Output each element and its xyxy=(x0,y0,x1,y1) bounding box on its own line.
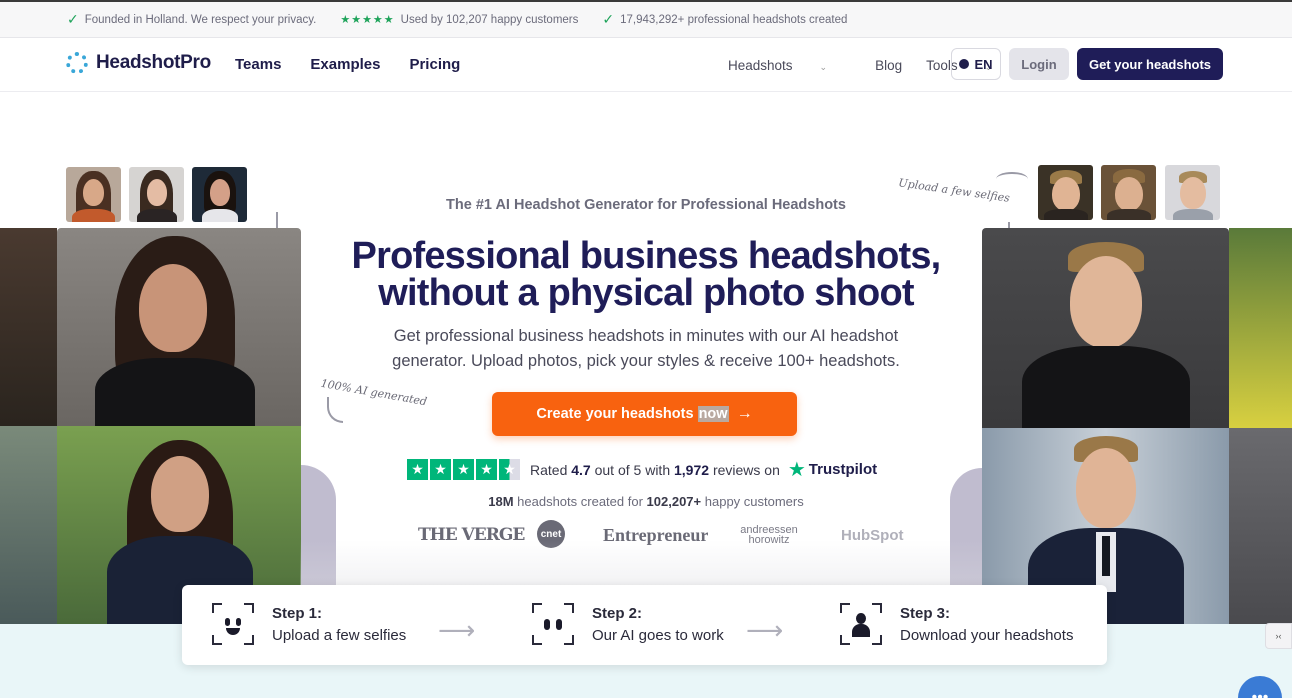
how-it-works-steps: Step 1: Upload a few selfies ⟶ Step 2: O… xyxy=(182,585,1107,665)
globe-icon xyxy=(959,59,970,69)
cta-label: Create your headshots xyxy=(536,406,694,422)
person-silhouette-icon xyxy=(840,603,882,645)
hero-description-line-1: Get professional business headshots in m… xyxy=(393,327,899,345)
expand-icon: ›‹ xyxy=(1275,631,1282,641)
star-icon: ★ xyxy=(476,459,497,480)
curved-arrow-icon xyxy=(996,172,1028,186)
hero-description-line-2: generator. Upload photos, pick your styl… xyxy=(392,352,900,370)
stats-end: happy customers xyxy=(704,494,804,509)
step-3-description: Download your headshots xyxy=(900,627,1074,644)
rating-suffix: reviews on xyxy=(712,461,780,478)
chat-icon: ••• xyxy=(1251,689,1269,698)
star-icon: ★ xyxy=(453,459,474,480)
hero-title: Professional business headshots, without… xyxy=(0,235,1292,314)
arrow-right-icon: ⟶ xyxy=(438,615,476,645)
brand-logo[interactable]: HeadshotPro xyxy=(66,52,211,74)
check-icon: ✓ xyxy=(602,11,615,27)
nav-link-pricing[interactable]: Pricing xyxy=(409,56,460,73)
cta-highlight: now xyxy=(697,406,729,422)
check-icon: ✓ xyxy=(67,11,79,27)
rating-score: 4.7 xyxy=(571,461,591,478)
ai-eyes-icon xyxy=(532,603,574,645)
five-stars-icon: ★★★★★ xyxy=(340,14,395,26)
primary-links: Teams Examples Pricing xyxy=(235,56,489,73)
step-3-title: Step 3: xyxy=(900,605,951,622)
background-photo-strip xyxy=(1229,428,1292,624)
customers-info: ★★★★★ Used by 102,207 happy customers xyxy=(340,13,579,27)
trustpilot-star-icon: ★ xyxy=(787,459,806,481)
background-photo-strip xyxy=(0,426,57,624)
login-button[interactable]: Login xyxy=(1009,48,1069,80)
star-icon: ★ xyxy=(407,459,428,480)
selfie-thumbnail xyxy=(66,167,121,222)
hero-title-line-1: Professional business headshots, xyxy=(351,235,942,277)
step-3: Step 3: Download your headshots xyxy=(840,603,1073,647)
rating-stars: ★ ★ ★ ★ ★ xyxy=(407,459,522,480)
arrow-right-icon: → xyxy=(736,405,753,422)
step-2-description: Our AI goes to work xyxy=(592,627,724,644)
trustpilot-logo[interactable]: ★ Trustpilot xyxy=(788,457,877,482)
language-label: EN xyxy=(974,56,993,72)
get-headshots-button[interactable]: Get your headshots xyxy=(1077,48,1223,80)
language-button[interactable]: EN xyxy=(951,48,1001,80)
selfie-face-icon xyxy=(212,603,254,645)
selfie-thumbnail xyxy=(129,167,184,222)
arrow-right-icon: ⟶ xyxy=(746,615,784,645)
nav-headshots-dropdown[interactable]: Headshots ⌄ xyxy=(728,58,851,73)
step-2-title: Step 2: xyxy=(592,605,643,622)
nav-link-blog[interactable]: Blog xyxy=(875,58,902,73)
headshots-info: ✓ 17,943,292+ professional headshots cre… xyxy=(602,11,847,28)
stats-mid: headshots created for xyxy=(517,494,643,509)
nav-link-examples[interactable]: Examples xyxy=(310,56,380,73)
step-1-title: Step 1: xyxy=(272,605,323,622)
half-star-icon: ★ xyxy=(499,459,520,480)
hero-title-line-2: without a physical photo shoot xyxy=(378,272,914,314)
top-info-bar: ✓ Founded in Holland. We respect your pr… xyxy=(0,0,1292,38)
selfie-thumbnail xyxy=(192,167,247,222)
side-widget-tab[interactable]: ›‹ xyxy=(1265,623,1292,649)
trustpilot-name: Trustpilot xyxy=(808,461,878,478)
privacy-text: Founded in Holland. We respect your priv… xyxy=(84,13,317,26)
create-headshots-button[interactable]: Create your headshots now → xyxy=(492,392,797,436)
rating-prefix: Rated xyxy=(530,461,568,478)
fade-overlay xyxy=(300,540,982,585)
headshots-count-text: 17,943,292+ professional headshots creat… xyxy=(620,13,848,26)
brand-name: HeadshotPro xyxy=(96,52,211,73)
logo-icon xyxy=(66,52,88,74)
hero-description: Get professional business headshots in m… xyxy=(0,324,1292,374)
step-1-description: Upload a few selfies xyxy=(272,627,407,644)
review-count: 1,972 xyxy=(674,461,710,478)
main-navigation: HeadshotPro Teams Examples Pricing Heads… xyxy=(0,38,1292,92)
usage-stats: 18M headshots created for 102,207+ happy… xyxy=(0,494,1292,509)
nav-link-teams[interactable]: Teams xyxy=(235,56,281,73)
curved-arrow-icon xyxy=(327,397,343,423)
headshots-total: 18M xyxy=(488,494,514,509)
star-icon: ★ xyxy=(430,459,451,480)
customers-total: 102,207+ xyxy=(646,494,702,509)
nav-headshots-label: Headshots xyxy=(728,58,793,73)
chevron-down-icon: ⌄ xyxy=(819,62,828,72)
privacy-info: ✓ Founded in Holland. We respect your pr… xyxy=(67,11,316,28)
rating-mid: out of 5 with xyxy=(594,461,671,478)
customers-text: Used by 102,207 happy customers xyxy=(400,13,579,26)
step-2: Step 2: Our AI goes to work xyxy=(532,603,724,647)
step-1: Step 1: Upload a few selfies xyxy=(212,603,406,647)
trustpilot-rating: ★ ★ ★ ★ ★ Rated 4.7 out of 5 with 1,972 … xyxy=(407,457,877,482)
hero-eyebrow: The #1 AI Headshot Generator for Profess… xyxy=(446,197,846,213)
